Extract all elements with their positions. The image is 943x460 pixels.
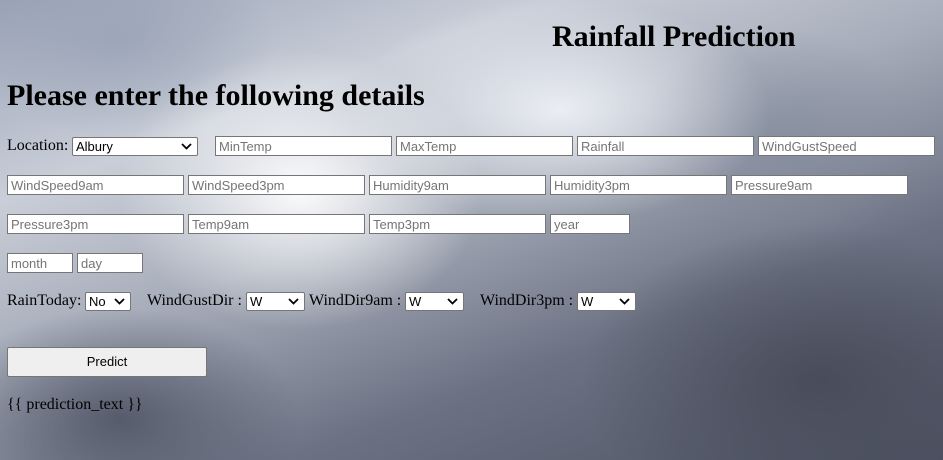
temp-3pm-input[interactable] — [369, 214, 546, 234]
location-select[interactable]: Albury — [72, 137, 198, 156]
pressure-3pm-input[interactable] — [7, 214, 184, 234]
year-input[interactable] — [550, 214, 630, 234]
chevron-down-icon — [619, 298, 630, 305]
form-heading: Please enter the following details — [7, 79, 425, 112]
chevron-down-icon — [447, 298, 458, 305]
humidity-3pm-input[interactable] — [550, 175, 727, 195]
wind-dir-9am-label: WindDir9am : — [309, 292, 402, 309]
prediction-text: {{ prediction_text }} — [7, 396, 143, 413]
wind-dir-3pm-label: WindDir3pm : — [480, 292, 574, 309]
location-label: Location: — [7, 137, 69, 154]
max-temp-input[interactable] — [396, 136, 573, 156]
wind-dir-9am-select[interactable]: W — [405, 292, 464, 311]
rain-today-select[interactable]: No — [85, 292, 131, 311]
wind-dir-3pm-select-value: W — [581, 294, 594, 309]
day-input[interactable] — [77, 253, 143, 273]
location-select-value: Albury — [76, 139, 113, 154]
rain-today-select-value: No — [89, 294, 106, 309]
chevron-down-icon — [288, 298, 299, 305]
humidity-9am-input[interactable] — [369, 175, 546, 195]
wind-gust-dir-label: WindGustDir : — [147, 292, 242, 309]
rainfall-input[interactable] — [577, 136, 754, 156]
wind-dir-9am-select-value: W — [409, 294, 422, 309]
month-input[interactable] — [7, 253, 73, 273]
wind-gust-dir-select[interactable]: W — [246, 292, 305, 311]
temp-9am-input[interactable] — [188, 214, 365, 234]
predict-button[interactable]: Predict — [7, 347, 207, 377]
chevron-down-icon — [181, 143, 192, 150]
chevron-down-icon — [114, 298, 125, 305]
wind-gust-speed-input[interactable] — [758, 136, 935, 156]
rain-today-label: RainToday: — [7, 292, 82, 309]
wind-speed-9am-input[interactable] — [7, 175, 184, 195]
pressure-9am-input[interactable] — [731, 175, 908, 195]
min-temp-input[interactable] — [215, 136, 392, 156]
wind-dir-3pm-select[interactable]: W — [577, 292, 636, 311]
wind-gust-dir-select-value: W — [250, 294, 263, 309]
page-title: Rainfall Prediction — [552, 20, 796, 53]
wind-speed-3pm-input[interactable] — [188, 175, 365, 195]
